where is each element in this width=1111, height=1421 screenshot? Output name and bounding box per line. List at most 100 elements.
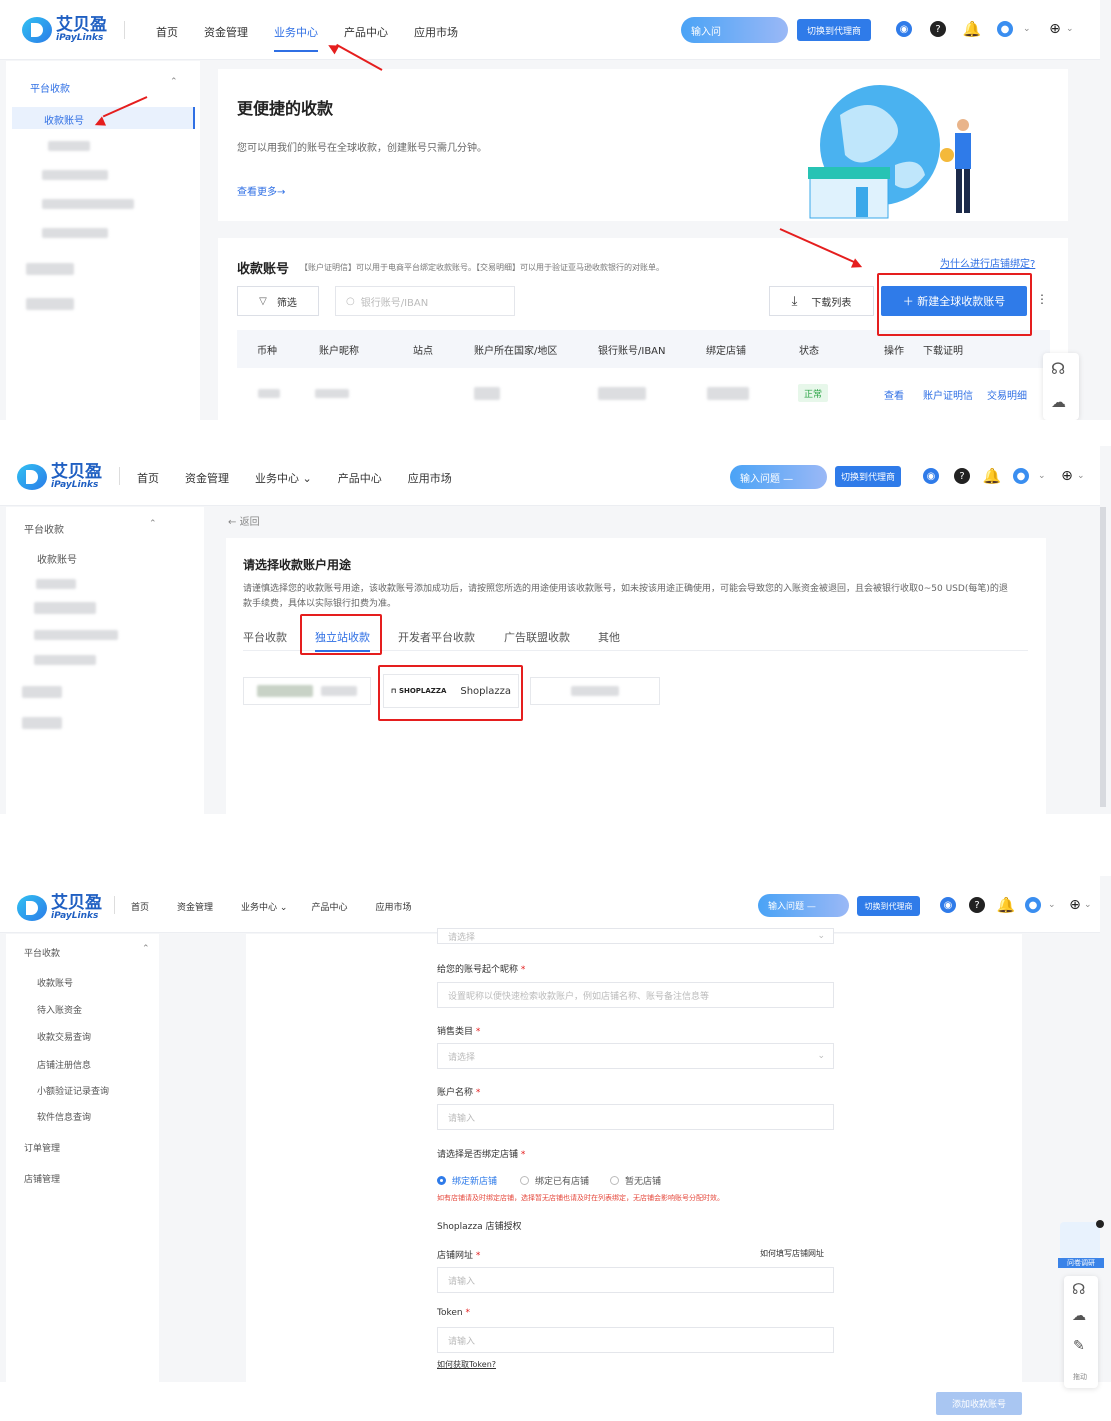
sidebar-item-accounts[interactable]: 收款账号 [37,551,77,566]
other-option-card[interactable] [530,677,660,705]
sidebar-section-title[interactable]: 平台收款 [24,521,64,536]
chevron-up-icon[interactable]: ⌃ [149,519,157,529]
account-name-input[interactable]: 请输入 [437,1104,834,1130]
nav-business[interactable]: 业务中心 [274,24,318,52]
wechat-icon[interactable]: ☁ [1072,1308,1086,1324]
nav-products[interactable]: 产品中心 [344,24,388,40]
close-icon[interactable] [1096,1220,1104,1228]
chevron-up-icon[interactable]: ⌃ [170,77,178,87]
nav-market[interactable]: 应用市场 [408,470,452,486]
nav-products[interactable]: 产品中心 [338,470,382,486]
back-link[interactable]: ← 返回 [228,513,260,528]
blurred-item[interactable] [22,686,62,698]
chevron-down-icon[interactable]: ⌄ [1077,471,1085,481]
nav-market[interactable]: 应用市场 [375,900,411,913]
logo[interactable]: 艾贝盈 iPayLinks [17,895,102,921]
nav-market[interactable]: 应用市场 [414,24,458,40]
help-icon[interactable]: ? [969,897,985,913]
tx-detail-link[interactable]: 交易明细 [987,387,1027,402]
sidebar-item-software-info[interactable]: 软件信息查询 [37,1110,91,1123]
sidebar-item-stores[interactable]: 店铺管理 [24,1172,60,1185]
scrollbar[interactable] [1100,507,1106,807]
blurred-item[interactable] [42,199,134,209]
switch-agent-button[interactable]: 切换到代理商 [857,896,920,916]
sidebar-section-title[interactable]: 平台收款 [24,946,60,959]
blurred-item[interactable] [36,579,76,589]
platform-option-card[interactable] [243,677,371,705]
token-input[interactable]: 请输入 [437,1327,834,1353]
radio-no-store[interactable]: 暂无店铺 [610,1174,661,1187]
chevron-down-icon[interactable]: ⌄ [1066,24,1074,34]
nav-funds[interactable]: 资金管理 [177,900,213,913]
logo[interactable]: 艾贝盈 iPayLinks [22,17,107,43]
switch-agent-button[interactable]: 切换到代理商 [835,466,901,487]
chevron-down-icon[interactable]: ⌄ [1038,471,1046,481]
chat-icon[interactable]: ◉ [896,21,912,37]
why-bind-link[interactable]: 为什么进行店铺绑定? [940,255,1035,270]
headset-icon[interactable]: ☊ [1051,359,1065,378]
nav-business[interactable]: 业务中心 ⌄ [241,900,287,913]
nav-home[interactable]: 首页 [156,24,178,40]
headset-icon[interactable]: ☊ [1072,1280,1085,1298]
sidebar-item-orders[interactable]: 订单管理 [24,1141,60,1154]
blurred-item[interactable] [42,228,108,238]
help-icon[interactable]: ? [930,21,946,37]
wechat-icon[interactable]: ☁ [1051,393,1066,411]
switch-agent-button[interactable]: 切换到代理商 [797,19,871,41]
drag-label[interactable]: 拖动 [1073,1372,1087,1382]
nav-home[interactable]: 首页 [137,470,159,486]
blurred-item[interactable] [42,170,108,180]
blurred-item[interactable] [34,655,96,665]
store-url-input[interactable]: 请输入 [437,1267,834,1293]
logo[interactable]: 艾贝盈 iPayLinks [17,464,102,490]
nickname-input[interactable]: 设置昵称以便快速检索收款账户，例如店铺名称、账号备注信息等 [437,982,834,1008]
radio-bind-existing-store[interactable]: 绑定已有店铺 [520,1174,589,1187]
nav-funds[interactable]: 资金管理 [204,24,248,40]
bell-icon[interactable]: 🔔 [983,467,1002,485]
blurred-item[interactable] [22,717,62,729]
cert-link[interactable]: 账户证明信 [923,387,973,402]
blurred-item[interactable] [34,602,96,614]
sidebar-item-transactions[interactable]: 收款交易查询 [37,1030,91,1043]
download-list-button[interactable]: ⤓ 下载列表 [769,286,874,316]
hero-more-link[interactable]: 查看更多→ [237,183,285,198]
avatar[interactable]: ● [1013,468,1029,484]
chevron-down-icon[interactable]: ⌄ [1084,900,1092,910]
globe-icon[interactable]: ⊕ [1059,468,1075,484]
sidebar-section-title[interactable]: 平台收款 [30,80,70,95]
sidebar-item-accounts[interactable]: 收款账号 [37,976,73,989]
top-select[interactable]: 请选择 ⌄ [437,928,834,944]
chevron-up-icon[interactable]: ⌃ [142,944,150,954]
add-account-submit-button[interactable]: 添加收款账号 [936,1392,1022,1415]
store-url-help-link[interactable]: 如何填写店铺网址 [760,1248,824,1259]
avatar[interactable]: ● [997,21,1013,37]
sidebar-item-store-registration[interactable]: 店铺注册信息 [37,1058,91,1071]
tab-other[interactable]: 其他 [598,629,620,645]
tab-ad-alliance[interactable]: 广告联盟收款 [504,629,570,645]
category-select[interactable]: 请选择 ⌄ [437,1043,834,1069]
globe-icon[interactable]: ⊕ [1047,21,1063,37]
nav-business[interactable]: 业务中心 ⌄ [255,470,312,486]
chevron-down-icon[interactable]: ⌄ [1023,24,1031,34]
help-icon[interactable]: ? [954,468,970,484]
tab-developer[interactable]: 开发者平台收款 [398,629,475,645]
feedback-icon[interactable]: ✎ [1073,1338,1085,1354]
chat-icon[interactable]: ◉ [923,468,939,484]
bell-icon[interactable]: 🔔 [997,896,1016,914]
blurred-item[interactable] [34,630,118,640]
nav-products[interactable]: 产品中心 [311,900,347,913]
filter-button[interactable]: ▽ 筛选 [237,286,319,316]
survey-widget[interactable]: 问卷调研 [1058,1220,1104,1268]
blurred-item[interactable] [26,263,74,275]
blurred-item[interactable] [26,298,74,310]
view-link[interactable]: 查看 [884,387,904,402]
help-search-input[interactable]: 输入问题 — [758,894,849,917]
sidebar-item-micro-verification[interactable]: 小额验证记录查询 [37,1084,109,1097]
nav-home[interactable]: 首页 [131,900,149,913]
tab-platform[interactable]: 平台收款 [243,629,287,645]
sidebar-item-pending-funds[interactable]: 待入账资金 [37,1003,82,1016]
token-help-link[interactable]: 如何获取Token? [437,1359,496,1370]
globe-icon[interactable]: ⊕ [1067,897,1083,913]
nav-funds[interactable]: 资金管理 [185,470,229,486]
chevron-down-icon[interactable]: ⌄ [1048,900,1056,910]
